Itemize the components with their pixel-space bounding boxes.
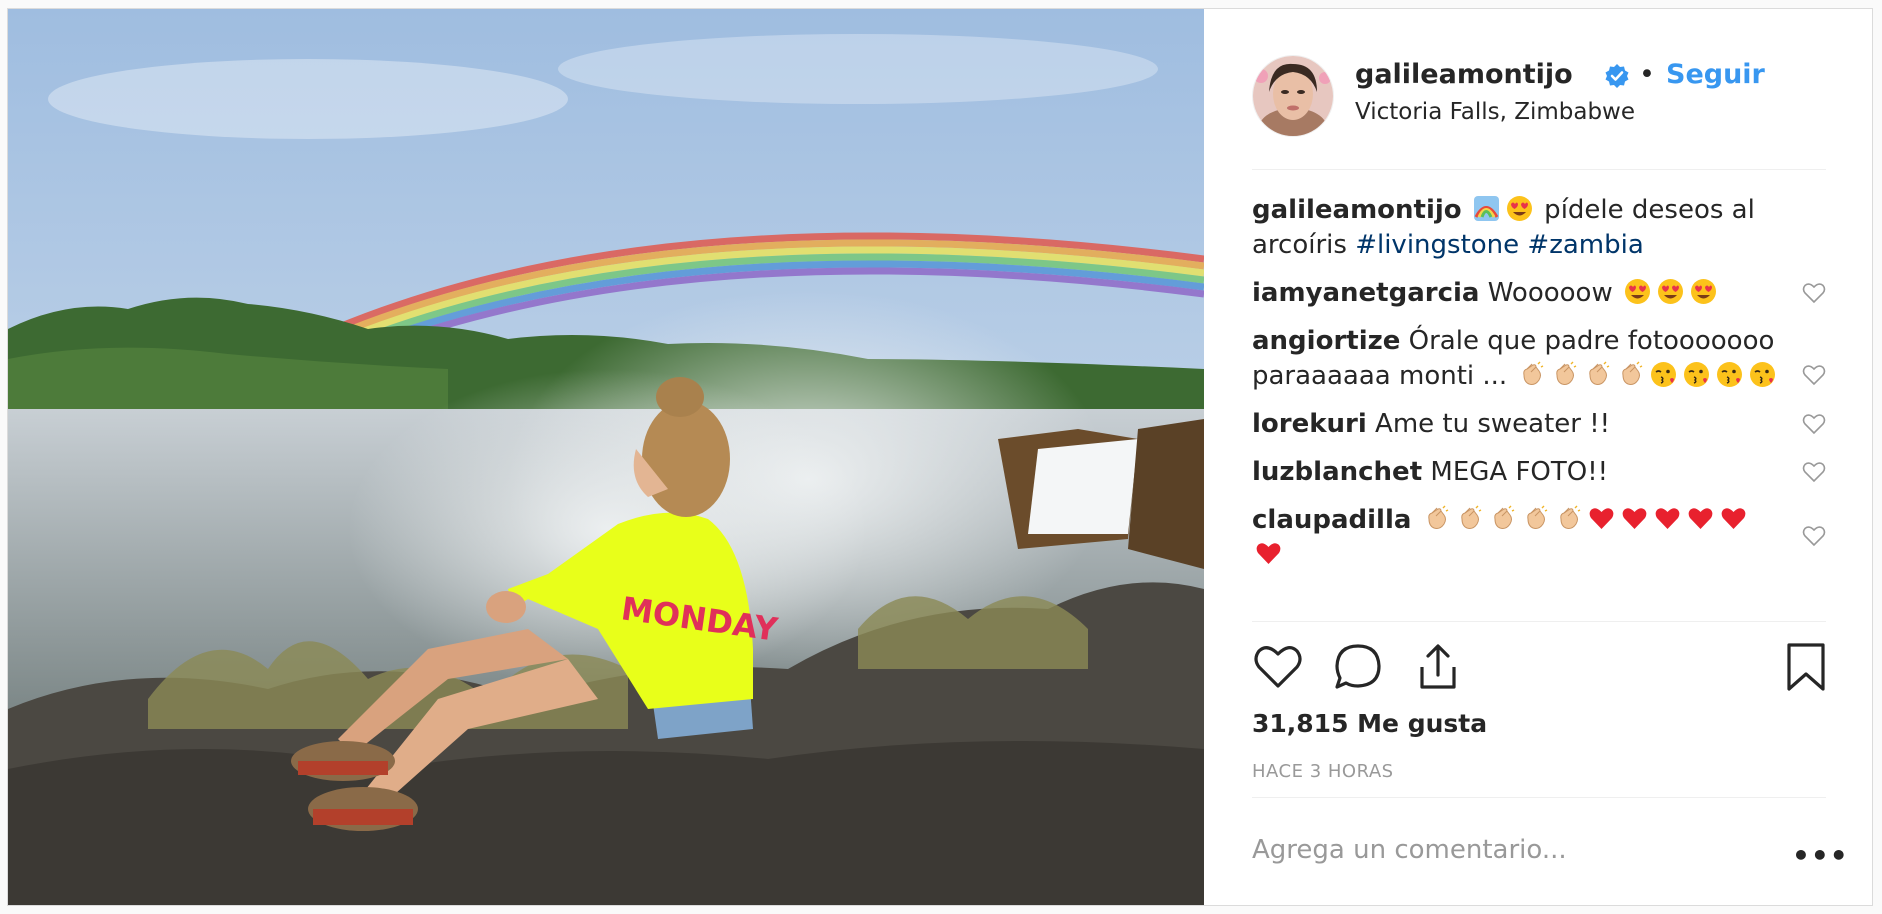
kiss-emoji-icon (1717, 362, 1743, 387)
divider (1252, 621, 1826, 622)
kiss-emoji-icon (1651, 362, 1677, 387)
divider (1252, 797, 1826, 798)
likes-count[interactable]: 31,815 Me gusta (1252, 709, 1487, 738)
caption: galileamontijo pídele deseos al arcoíris… (1252, 193, 1826, 263)
clap-emoji-icon (1428, 505, 1449, 529)
hashtag-link[interactable]: #zambia (1527, 230, 1643, 260)
rainbow-emoji-icon (1473, 196, 1499, 221)
comment-bubble-icon[interactable] (1332, 641, 1384, 693)
comments-list: galileamontijo pídele deseos al arcoíris… (1252, 193, 1826, 586)
comment-username[interactable]: angiortize (1252, 326, 1400, 356)
clap-emoji-icon (1589, 361, 1610, 385)
share-upload-icon[interactable] (1412, 641, 1464, 693)
comment-emojis (1621, 278, 1720, 308)
more-options-button[interactable]: ••• (1792, 839, 1849, 872)
follow-button[interactable]: Seguir (1666, 59, 1765, 90)
comment-text: Wooooow (1487, 278, 1613, 308)
location-link[interactable]: Victoria Falls, Zimbabwe (1355, 99, 1635, 125)
clap-emoji-icon (1461, 505, 1482, 529)
clap-emoji-icon (1560, 505, 1581, 529)
verified-badge-icon (1605, 64, 1629, 88)
post-header: galileamontijo • Seguir Victoria Falls, … (1252, 45, 1826, 170)
header-separator: • (1639, 59, 1655, 90)
kiss-emoji-icon (1684, 362, 1710, 387)
hashtag-link[interactable]: #livingstone (1355, 230, 1519, 260)
clap-emoji-icon (1556, 361, 1577, 385)
clap-emoji-icon (1622, 361, 1643, 385)
comment-item: iamyanetgarcia Wooooow (1252, 276, 1826, 311)
like-comment-heart-icon[interactable] (1802, 413, 1826, 435)
heart-eyes-emoji-icon (1691, 279, 1716, 304)
like-heart-icon[interactable] (1252, 641, 1304, 693)
clap-emoji-icon (1527, 505, 1548, 529)
comment-text: MEGA FOTO!! (1430, 457, 1609, 487)
red-heart-emoji-icon (1256, 543, 1281, 564)
comment-username[interactable]: luzblanchet (1252, 457, 1422, 487)
red-heart-emoji-icon (1721, 508, 1746, 529)
comment-item: angiortize Órale que padre fotooooooo pa… (1252, 324, 1826, 394)
red-heart-emoji-icon (1688, 508, 1713, 529)
like-comment-heart-icon[interactable] (1802, 282, 1826, 304)
heart-eyes-emoji-icon (1506, 196, 1532, 221)
clap-emoji-icon (1523, 361, 1544, 385)
caption-username[interactable]: galileamontijo (1252, 195, 1462, 225)
post-photo[interactable]: MONDAY (8, 9, 1204, 905)
comment-text: Ame tu sweater !! (1375, 409, 1611, 439)
like-comment-heart-icon[interactable] (1802, 364, 1826, 386)
red-heart-emoji-icon (1622, 508, 1647, 529)
comment-username[interactable]: lorekuri (1252, 409, 1367, 439)
action-bar (1252, 641, 1826, 697)
clap-emoji-icon (1494, 505, 1515, 529)
red-heart-emoji-icon (1589, 508, 1614, 529)
username-link[interactable]: galileamontijo (1355, 59, 1573, 90)
avatar[interactable] (1252, 55, 1334, 137)
comment-emojis (1515, 361, 1779, 391)
comment-item: luzblanchet MEGA FOTO!! (1252, 455, 1826, 490)
post-card: MONDAY galileamontijo • Seguir Victoria … (7, 8, 1873, 906)
red-heart-emoji-icon (1655, 508, 1680, 529)
heart-eyes-emoji-icon (1658, 279, 1683, 304)
post-sidebar: galileamontijo • Seguir Victoria Falls, … (1204, 9, 1872, 905)
photo-illustration: MONDAY (8, 9, 1204, 905)
comment-username[interactable]: claupadilla (1252, 505, 1411, 535)
like-comment-heart-icon[interactable] (1802, 525, 1826, 547)
comment-item: lorekuri Ame tu sweater !! (1252, 407, 1826, 442)
kiss-emoji-icon (1750, 362, 1776, 387)
save-bookmark-icon[interactable] (1780, 641, 1832, 693)
comment-username[interactable]: iamyanetgarcia (1252, 278, 1479, 308)
like-comment-heart-icon[interactable] (1802, 461, 1826, 483)
post-timestamp: HACE 3 HORAS (1252, 761, 1394, 782)
add-comment-input[interactable]: Agrega un comentario... (1252, 835, 1567, 865)
heart-eyes-emoji-icon (1625, 279, 1650, 304)
comment-item: claupadilla (1252, 503, 1826, 573)
